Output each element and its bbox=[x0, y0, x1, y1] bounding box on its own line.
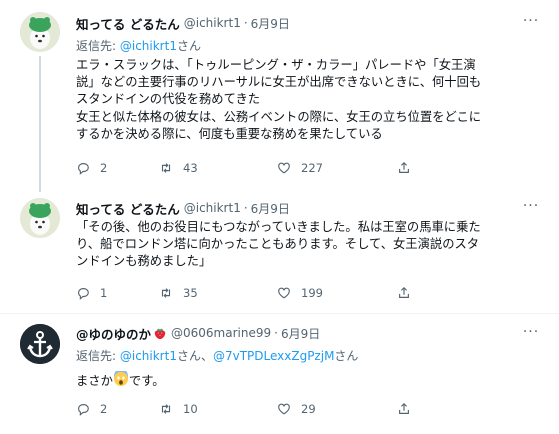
retweet-button[interactable]: 43 bbox=[159, 161, 277, 175]
reply-to: 返信先: @ichikrt1さん、@7vTPDLexxZgPzjMさん bbox=[76, 347, 358, 364]
reply-icon bbox=[78, 163, 89, 175]
reply-icon bbox=[78, 404, 89, 416]
display-name[interactable]: 知ってる どるたん bbox=[76, 199, 180, 218]
reply-mention-link[interactable]: @ichikrt1 bbox=[120, 39, 177, 53]
separator-dot: · bbox=[243, 16, 248, 30]
like-button[interactable]: 199 bbox=[277, 286, 397, 300]
share-icon bbox=[399, 161, 409, 173]
retweet-button[interactable]: 35 bbox=[159, 286, 277, 300]
share-button[interactable] bbox=[397, 286, 411, 300]
reply-suffix: さん bbox=[334, 349, 359, 363]
display-name[interactable]: 知ってる どるたん bbox=[76, 14, 180, 33]
avatar-anchor-icon[interactable] bbox=[20, 324, 60, 364]
reply-prefix: 返信先: bbox=[76, 39, 120, 53]
retweet-count: 35 bbox=[183, 286, 198, 300]
tweet-2[interactable]: 知ってる どるたん @ichikrt1 · 6月9日 ··· 「その後、他のお役… bbox=[0, 188, 559, 310]
tweet-line: 女王と似た体格の彼女は、公務イベントの際に、女王の立ち位置をどこに bbox=[76, 109, 482, 124]
reply-count: 1 bbox=[100, 286, 108, 300]
reply-to: 返信先: @ichikrt1さん bbox=[76, 37, 201, 54]
tweet-actions: 1 35 199 bbox=[76, 284, 411, 302]
tweet-line: エラ・スラックは、「トゥルーピング・ザ・カラー」パレードや「女王演 bbox=[76, 58, 476, 72]
reply-button[interactable]: 2 bbox=[76, 402, 159, 416]
tweet-actions: 2 43 227 bbox=[76, 159, 411, 177]
tweet-date[interactable]: 6月9日 bbox=[281, 325, 320, 342]
reply-count: 2 bbox=[100, 161, 108, 175]
like-count: 227 bbox=[301, 161, 323, 175]
more-options-icon[interactable]: ··· bbox=[521, 198, 541, 214]
retweet-button[interactable]: 10 bbox=[159, 402, 277, 416]
heart-icon bbox=[278, 287, 290, 299]
display-name[interactable]: @ゆのゆのか bbox=[76, 324, 151, 343]
reply-prefix: 返信先: bbox=[76, 349, 120, 363]
avatar-dog-icon[interactable] bbox=[20, 198, 60, 238]
share-button[interactable] bbox=[397, 161, 411, 175]
tweet-1[interactable]: 知ってる どるたん @ichikrt1 · 6月9日 ··· 返信先: @ich… bbox=[0, 0, 559, 192]
like-button[interactable]: 29 bbox=[277, 402, 397, 416]
separator-dot: · bbox=[243, 201, 248, 215]
tweet-text: まさか です。 bbox=[76, 371, 536, 390]
user-handle[interactable]: @ichikrt1 bbox=[184, 16, 241, 30]
user-handle[interactable]: @0606marine99 bbox=[171, 326, 271, 340]
retweet-icon bbox=[161, 288, 171, 298]
reply-suffix: さん bbox=[176, 39, 201, 53]
reply-icon bbox=[78, 288, 89, 300]
share-icon bbox=[399, 286, 409, 298]
tweet-line: するかを決める際に、何度も重要な務めを果たしている bbox=[76, 126, 383, 141]
share-icon bbox=[399, 402, 409, 414]
reply-count: 2 bbox=[100, 402, 108, 416]
tweet-line: ンドインも務めました」 bbox=[76, 254, 212, 269]
reply-mention-link[interactable]: @7vTPDLexxZgPzjM bbox=[213, 349, 334, 363]
heart-icon bbox=[278, 162, 290, 174]
reply-mid: さん、 bbox=[176, 349, 213, 363]
thread-line bbox=[39, 56, 41, 192]
like-button[interactable]: 227 bbox=[277, 161, 397, 175]
user-handle[interactable]: @ichikrt1 bbox=[184, 201, 241, 215]
retweet-icon bbox=[161, 404, 171, 414]
tweet-line: り、船でロンドン塔に向かったこともあります。そして、女王演説のスタ bbox=[76, 237, 480, 252]
tweet-header: 知ってる どるたん @ichikrt1 · 6月9日 bbox=[76, 199, 519, 217]
retweet-count: 10 bbox=[183, 402, 198, 416]
like-count: 199 bbox=[301, 286, 323, 300]
reply-button[interactable]: 2 bbox=[76, 161, 159, 175]
tweet-text: エラ・スラックは、「トゥルーピング・ザ・カラー」パレードや「女王演 説」などの主… bbox=[76, 57, 536, 143]
tweet-date[interactable]: 6月9日 bbox=[251, 200, 290, 217]
tweet-header: 知ってる どるたん @ichikrt1 · 6月9日 bbox=[76, 14, 519, 32]
tweet-line: 説」などの主要行事のリハーサルに女王が出席できないときに、何十回も bbox=[76, 75, 482, 90]
share-button[interactable] bbox=[397, 402, 411, 416]
retweet-count: 43 bbox=[183, 161, 198, 175]
like-count: 29 bbox=[301, 402, 316, 416]
tweet-text-after: です。 bbox=[128, 374, 165, 388]
separator-dot: · bbox=[274, 326, 278, 340]
reply-button[interactable]: 1 bbox=[76, 286, 159, 300]
more-options-icon[interactable]: ··· bbox=[521, 324, 541, 340]
strawberry-icon bbox=[154, 328, 166, 340]
tweet-text: 「その後、他のお役目にもつながっていきました。私は王室の馬車に乗た り、船でロン… bbox=[76, 219, 536, 271]
tweet-header: @ゆのゆのか @0606marine99 · 6月9日 bbox=[76, 324, 519, 342]
more-options-icon[interactable]: ··· bbox=[521, 13, 541, 29]
tweet-actions: 2 10 29 bbox=[76, 400, 411, 418]
tweet-line: 「その後、他のお役目にもつながっていきました。私は王室の馬車に乗た bbox=[76, 220, 481, 234]
reply-mention-link[interactable]: @ichikrt1 bbox=[120, 349, 177, 363]
tweet-text-before: まさか bbox=[76, 374, 113, 388]
heart-icon bbox=[278, 403, 290, 415]
tweet-3[interactable]: @ゆのゆのか @0606marine99 · 6月9日 ··· 返信先: @ic… bbox=[0, 314, 559, 434]
tweet-line: スタンドインの代役を務めてきた bbox=[76, 92, 261, 107]
retweet-icon bbox=[161, 163, 171, 173]
screaming-face-icon bbox=[113, 371, 128, 386]
tweet-date[interactable]: 6月9日 bbox=[251, 15, 290, 32]
avatar-dog-icon[interactable] bbox=[20, 12, 60, 52]
